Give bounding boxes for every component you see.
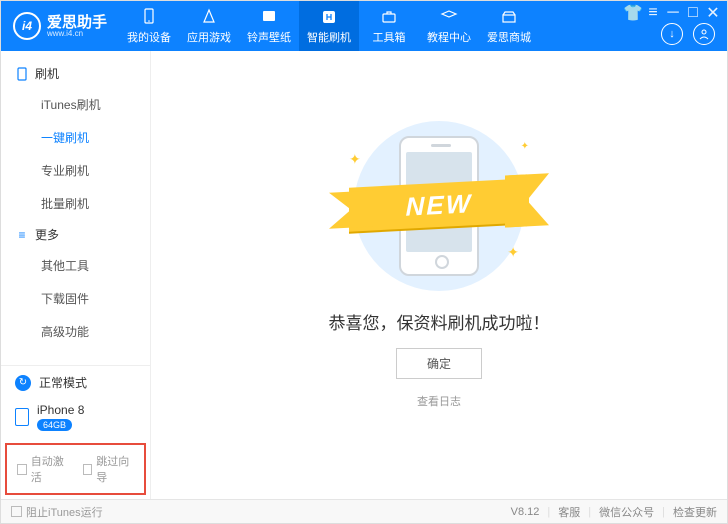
user-button[interactable] bbox=[693, 23, 715, 45]
nav-apps[interactable]: 应用游戏 bbox=[179, 1, 239, 51]
store-icon bbox=[500, 8, 518, 26]
nav-toolbox[interactable]: 工具箱 bbox=[359, 1, 419, 51]
logo-title: 爱思助手 bbox=[47, 15, 107, 30]
phone-small-icon bbox=[15, 408, 29, 426]
sidebar-item-itunes-flash[interactable]: iTunes刷机 bbox=[1, 88, 150, 121]
sidebar-item-onekey-flash[interactable]: 一键刷机 bbox=[1, 121, 150, 154]
version-label: V8.12 bbox=[511, 506, 540, 518]
toolbox-icon bbox=[380, 8, 398, 26]
more-icon: ≡ bbox=[15, 228, 29, 242]
device-name: iPhone 8 bbox=[37, 403, 84, 417]
minimize-icon[interactable]: ─ bbox=[667, 7, 679, 19]
ok-button[interactable]: 确定 bbox=[396, 348, 482, 379]
ringtone-icon bbox=[260, 8, 278, 26]
sidebar-item-download-fw[interactable]: 下载固件 bbox=[1, 282, 150, 315]
logo-subtitle: www.i4.cn bbox=[47, 30, 107, 38]
phone-icon bbox=[15, 67, 29, 81]
logo-icon: i4 bbox=[13, 12, 41, 40]
options-highlighted: 自动激活 跳过向导 bbox=[5, 443, 146, 495]
device-icon bbox=[140, 8, 158, 26]
new-banner: NEW bbox=[349, 178, 529, 231]
tutorial-icon bbox=[440, 8, 458, 26]
checkbox-block-itunes[interactable]: 阻止iTunes运行 bbox=[11, 504, 103, 520]
nav-my-device[interactable]: 我的设备 bbox=[119, 1, 179, 51]
wechat-link[interactable]: 微信公众号 bbox=[599, 504, 654, 520]
menu-icon[interactable]: ≡ bbox=[647, 7, 659, 19]
checkbox-icon bbox=[17, 464, 27, 475]
sidebar-item-other-tools[interactable]: 其他工具 bbox=[1, 249, 150, 282]
nav-ringtones[interactable]: 铃声壁纸 bbox=[239, 1, 299, 51]
success-illustration: ✦ ✦ ✦ NEW bbox=[319, 121, 559, 291]
refresh-icon: ↻ bbox=[15, 375, 31, 391]
download-button[interactable]: ↓ bbox=[661, 23, 683, 45]
checkbox-skip-setup[interactable]: 跳过向导 bbox=[83, 453, 135, 485]
apps-icon bbox=[200, 8, 218, 26]
app-logo: i4 爱思助手 www.i4.cn bbox=[1, 12, 119, 40]
sidebar-item-advanced[interactable]: 高级功能 bbox=[1, 315, 150, 348]
support-link[interactable]: 客服 bbox=[558, 504, 580, 520]
checkbox-icon bbox=[11, 506, 22, 517]
nav-flash[interactable]: 智能刷机 bbox=[299, 1, 359, 51]
flash-icon bbox=[320, 8, 338, 26]
device-info[interactable]: iPhone 8 64GB bbox=[1, 399, 150, 439]
check-update-link[interactable]: 检查更新 bbox=[673, 504, 717, 520]
checkbox-auto-activate[interactable]: 自动激活 bbox=[17, 453, 69, 485]
skin-icon[interactable]: 👕 bbox=[627, 7, 639, 19]
sidebar-group-more: ≡ 更多 bbox=[1, 220, 150, 249]
maximize-icon[interactable]: □ bbox=[687, 7, 699, 19]
checkbox-icon bbox=[83, 464, 93, 475]
nav-tutorials[interactable]: 教程中心 bbox=[419, 1, 479, 51]
device-mode[interactable]: ↻ 正常模式 bbox=[1, 366, 150, 399]
sidebar-item-pro-flash[interactable]: 专业刷机 bbox=[1, 154, 150, 187]
storage-badge: 64GB bbox=[37, 419, 72, 431]
sidebar-item-batch-flash[interactable]: 批量刷机 bbox=[1, 187, 150, 220]
view-log-link[interactable]: 查看日志 bbox=[417, 393, 461, 409]
nav-store[interactable]: 爱思商城 bbox=[479, 1, 539, 51]
sidebar-group-flash: 刷机 bbox=[1, 59, 150, 88]
close-icon[interactable]: ✕ bbox=[707, 7, 719, 19]
success-message: 恭喜您，保资料刷机成功啦！ bbox=[329, 309, 550, 334]
